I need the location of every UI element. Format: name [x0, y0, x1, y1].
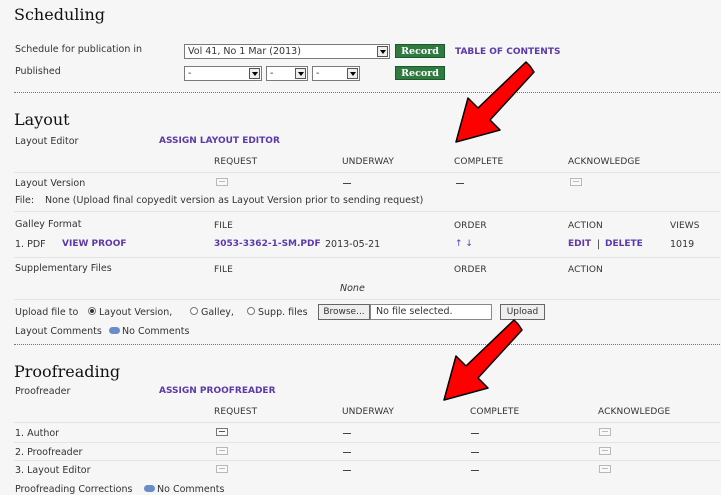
upload-supp-radio[interactable] [247, 307, 255, 315]
row-divider [14, 299, 720, 300]
proofreading-corrections-label: Proofreading Corrections [15, 484, 133, 495]
published-month-select[interactable]: - [266, 66, 308, 81]
email-icon [599, 465, 611, 473]
row-divider [14, 257, 720, 258]
proof-underway-header: UNDERWAY [342, 407, 394, 417]
layout-comments-label: Layout Comments [15, 326, 102, 337]
schedule-label: Schedule for publication in [15, 44, 143, 55]
layout-underway-header: UNDERWAY [342, 157, 394, 167]
galley-views-header: VIEWS [670, 221, 700, 231]
section-divider [14, 344, 720, 345]
proof-row-author: 1. Author [15, 428, 60, 439]
layout-editor-label: Layout Editor [15, 136, 79, 147]
record-published-button[interactable]: Record [395, 66, 445, 80]
proof-acknowledge-header: ACKNOWLEDGE [598, 407, 671, 417]
edit-galley-link[interactable]: EDIT [568, 239, 591, 249]
supplementary-files-header: Supplementary Files [15, 263, 112, 274]
layout-version-label: Layout Version [15, 178, 86, 189]
email-icon [216, 178, 228, 186]
supp-none-text: None [340, 283, 365, 294]
supp-file-header: FILE [214, 265, 233, 275]
galley-file-header: FILE [214, 221, 233, 231]
row-divider [14, 172, 720, 173]
annotation-arrow-icon [443, 319, 523, 401]
proofreader-label: Proofreader [15, 386, 71, 397]
galley-format-header: Galley Format [15, 219, 82, 230]
galley-row-index: 1. PDF [15, 239, 46, 250]
action-separator: | [597, 239, 601, 250]
supp-order-header: ORDER [454, 265, 487, 275]
email-icon [599, 447, 611, 455]
browse-button[interactable]: Browse... [318, 304, 370, 320]
table-of-contents-link[interactable]: TABLE OF CONTENTS [455, 47, 560, 57]
published-day-value: - [316, 68, 320, 79]
published-day-select[interactable]: - [312, 66, 360, 81]
issue-select-value: Vol 41, No 1 Mar (2013) [188, 46, 301, 57]
upload-layout-version-radio[interactable] [88, 307, 96, 315]
comment-icon[interactable] [109, 327, 120, 334]
upload-supp-label: Supp. files [258, 307, 308, 318]
email-icon [216, 447, 228, 455]
complete-dash [471, 470, 479, 471]
email-icon [599, 428, 611, 436]
complete-dash [471, 452, 479, 453]
row-divider [14, 442, 720, 443]
email-icon [570, 178, 582, 186]
email-icon[interactable] [216, 428, 228, 436]
complete-dash [471, 433, 479, 434]
chevron-down-icon [295, 68, 306, 79]
chevron-down-icon [377, 46, 388, 57]
proofreading-corrections-value[interactable]: No Comments [157, 484, 224, 495]
record-schedule-button[interactable]: Record [395, 44, 445, 58]
layout-request-header: REQUEST [214, 157, 258, 167]
underway-dash [343, 433, 351, 434]
upload-label: Upload file to [15, 307, 79, 318]
supp-action-header: ACTION [568, 265, 603, 275]
complete-dash [456, 183, 464, 184]
chevron-down-icon [249, 68, 260, 79]
proof-row-proofreader: 2. Proofreader [15, 447, 83, 458]
row-divider [14, 422, 720, 423]
galley-file-link[interactable]: 3053-3362-1-SM.PDF [214, 239, 321, 249]
underway-dash [343, 183, 351, 184]
annotation-arrow-icon [455, 61, 535, 143]
issue-select[interactable]: Vol 41, No 1 Mar (2013) [184, 44, 390, 59]
galley-file-date: 2013-05-21 [325, 239, 381, 250]
chevron-down-icon [347, 68, 358, 79]
galley-order-arrows[interactable]: ↑ ↓ [455, 239, 473, 249]
assign-layout-editor-link[interactable]: ASSIGN LAYOUT EDITOR [159, 136, 280, 146]
row-divider [14, 211, 720, 212]
underway-dash [343, 452, 351, 453]
layout-title: Layout [14, 110, 70, 129]
email-icon [216, 465, 228, 473]
upload-layout-version-label: Layout Version, [99, 307, 173, 318]
scheduling-title: Scheduling [14, 5, 106, 24]
proofreading-title: Proofreading [14, 362, 121, 381]
assign-proofreader-link[interactable]: ASSIGN PROOFREADER [159, 386, 276, 396]
galley-views-count: 1019 [670, 239, 695, 250]
comment-icon[interactable] [144, 485, 155, 492]
published-year-value: - [188, 68, 192, 79]
editing-page: Scheduling Schedule for publication in V… [0, 0, 721, 495]
layout-acknowledge-header: ACKNOWLEDGE [568, 157, 641, 167]
layout-file-label: File: [15, 195, 35, 206]
galley-action-header: ACTION [568, 221, 603, 231]
underway-dash [343, 470, 351, 471]
layout-comments-value[interactable]: No Comments [122, 326, 189, 337]
proof-complete-header: COMPLETE [470, 407, 520, 417]
delete-galley-link[interactable]: DELETE [605, 239, 643, 249]
published-month-value: - [270, 68, 274, 79]
proof-request-header: REQUEST [214, 407, 258, 417]
upload-galley-label: Galley, [201, 307, 234, 318]
published-year-select[interactable]: - [184, 66, 262, 81]
view-proof-link[interactable]: VIEW PROOF [62, 239, 127, 249]
row-divider [14, 460, 720, 461]
layout-file-value: None (Upload final copyedit version as L… [45, 195, 424, 206]
proof-row-layout-editor: 3. Layout Editor [15, 465, 91, 476]
upload-galley-radio[interactable] [190, 307, 198, 315]
galley-order-header: ORDER [454, 221, 487, 231]
section-divider [14, 92, 720, 93]
published-label: Published [15, 66, 61, 77]
layout-complete-header: COMPLETE [454, 157, 504, 167]
